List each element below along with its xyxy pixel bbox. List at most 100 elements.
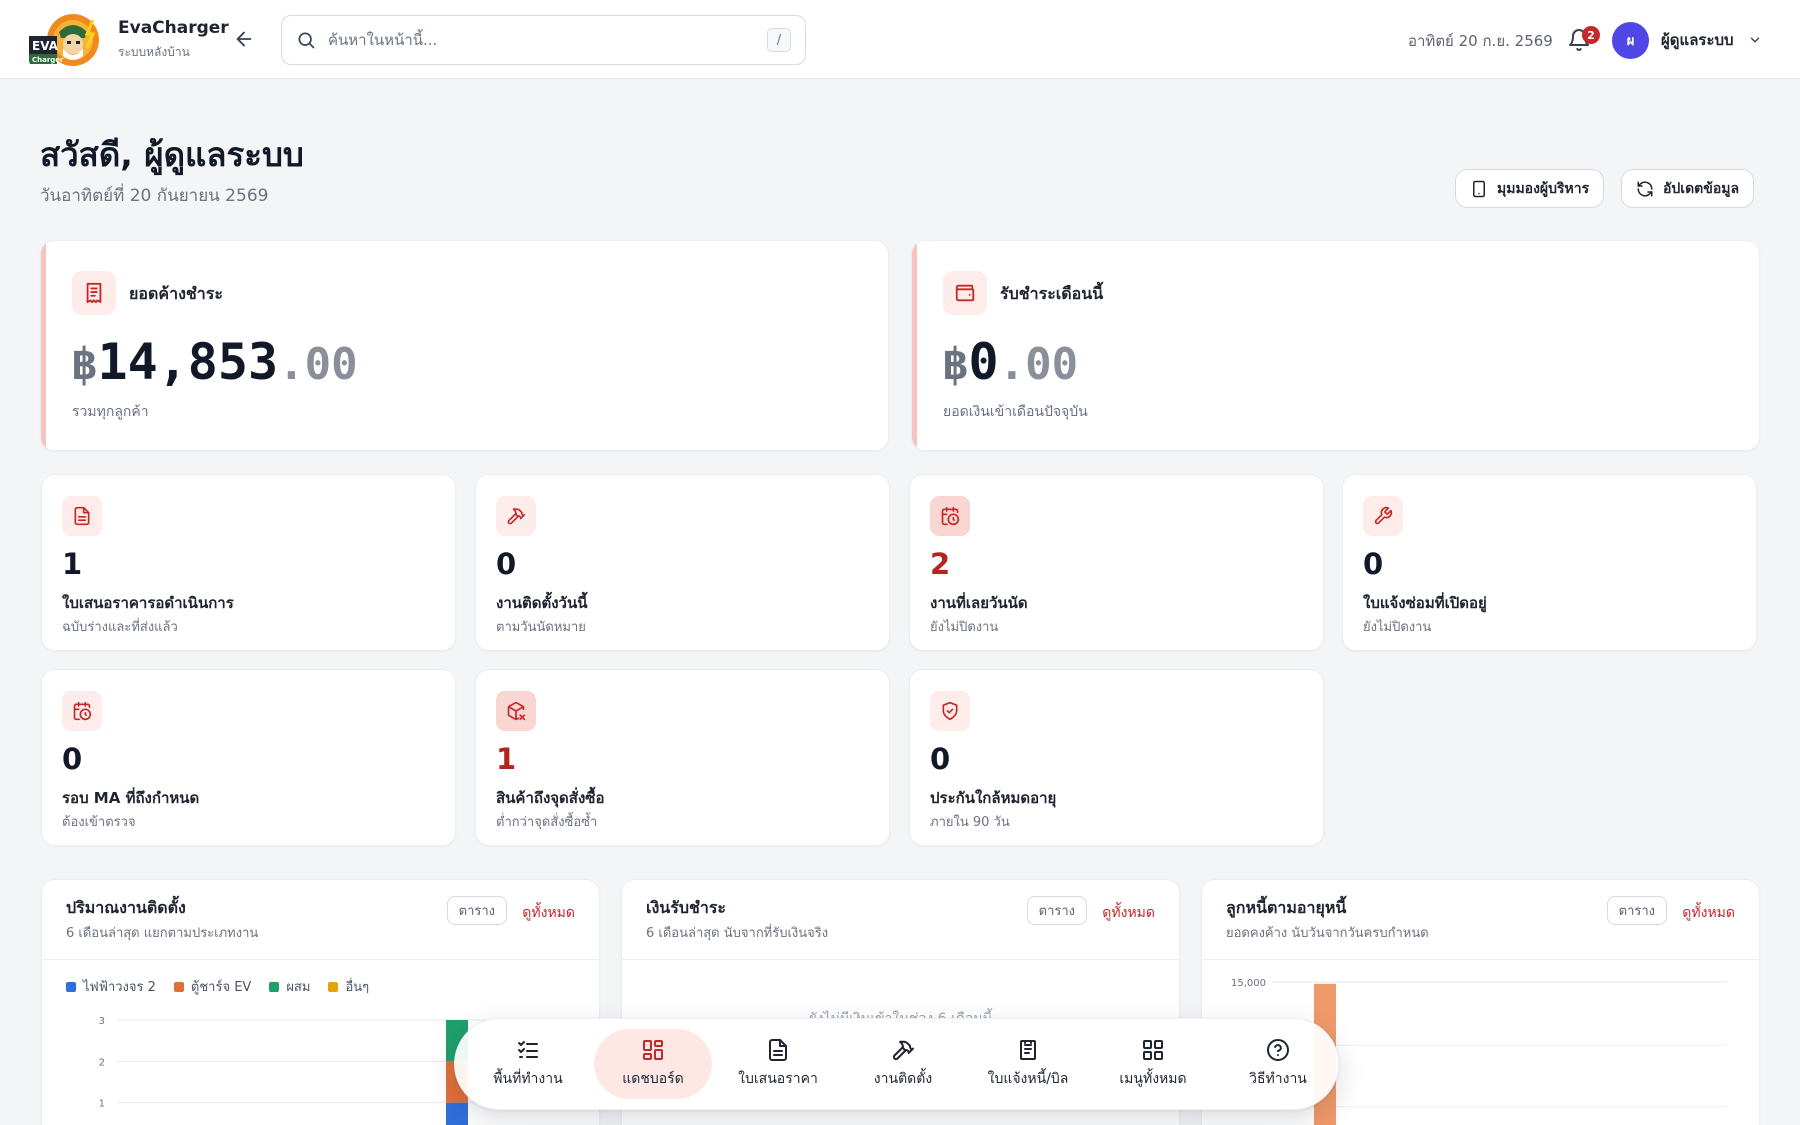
y-tick-label: 1 [99,1099,105,1110]
stat-value: 0 [62,742,83,776]
dock-label: พื้นที่ทำงาน [493,1071,563,1087]
stat-subtitle: ตามวันนัดหมาย [496,620,586,635]
stat-value: 1 [62,547,83,581]
tablet-icon [1473,180,1485,197]
panel-subtitle: 6 เดือนล่าสุด แยกตามประเภทงาน [66,926,259,941]
search-input[interactable] [328,26,728,54]
document-icon [769,1039,787,1061]
divider [622,959,1179,960]
panel-title: ปริมาณงานติดตั้ง [66,898,186,917]
notification-badge: 2 [1582,26,1600,44]
app-subtitle: ระบบหลังบ้าน [118,45,190,59]
stat-value: 0 [496,547,517,581]
back-button[interactable] [229,24,259,54]
dock-item-all-menus[interactable]: เมนูทั้งหมด [1094,1029,1212,1099]
amount-main: 0 [968,333,999,391]
legend-swatch [66,981,76,992]
executive-view-label: มุมมองผู้บริหาร [1497,180,1590,197]
divider [42,959,599,960]
refresh-icon [1637,181,1653,196]
legend-label: ตู้ชาร์จ EV [190,980,252,995]
stat-card-open-repairs[interactable]: 0 ใบแจ้งซ่อมที่เปิดอยู่ ยังไม่ปิดงาน [1342,474,1757,651]
divider [1202,959,1759,960]
y-tick-label: 2 [99,1057,105,1068]
stat-card-reorder-stock[interactable]: 1 สินค้าถึงจุดสั่งซื้อ ต่ำกว่าจุดสั่งซื้… [475,669,890,846]
logo-subtext: Charger [32,56,64,64]
legend-item[interactable]: ไฟฟ้าวงจร 2 [66,976,156,997]
view-all-link[interactable]: ดูทั้งหมด [1682,902,1735,924]
stat-label: ใบเสนอราคารอดำเนินการ [62,594,234,612]
avatar: ผ [1612,21,1649,59]
app-logo[interactable]: EVA Charger [29,12,105,68]
table-view-button[interactable]: ตาราง [1026,896,1087,925]
table-view-button[interactable]: ตาราง [446,896,507,925]
amount-decimals: .00 [998,339,1079,390]
stat-card-pending-quotes[interactable]: 1 ใบเสนอราคารอดำเนินการ ฉบับร่างและที่ส่… [41,474,456,651]
panel-subtitle: 6 เดือนล่าสุด นับจากที่รับเงินจริง [646,926,829,941]
stat-label: ประกันใกล้หมดอายุ [930,789,1057,807]
wallet-icon [955,284,975,302]
outstanding-balance-card[interactable]: ยอดค้างชำระ ฿14,853.00 รวมทุกลูกค้า [40,240,889,451]
icon-box [930,496,970,536]
icon-box [62,496,102,536]
apps-icon [1143,1040,1163,1060]
stat-subtitle: ภายใน 90 วัน [930,815,1010,830]
calendar-clock-icon [73,701,92,721]
legend-item[interactable]: ผสม [269,976,310,997]
bottom-dock-nav: พื้นที่ทำงาน แดชบอร์ด ใบเสนอราคา งานติดต… [454,1018,1339,1110]
payments-this-month-card[interactable]: รับชำระเดือนนี้ ฿0.00 ยอดเงินเข้าเดือนปั… [911,240,1760,451]
card-subtitle: ยอดเงินเข้าเดือนปัจจุบัน [943,404,1088,420]
stat-subtitle: ยังไม่ปิดงาน [1363,620,1432,635]
dock-label: แดชบอร์ด [622,1071,684,1087]
search-shortcut-hint: / [767,28,791,52]
dock-item-installations[interactable]: งานติดตั้ง [844,1029,962,1099]
table-view-button[interactable]: ตาราง [1606,896,1667,925]
legend-swatch [328,981,339,992]
dock-item-invoices[interactable]: ใบแจ้งหนี้/บิล [969,1029,1087,1099]
stat-subtitle: ต่ำกว่าจุดสั่งซื้อซ้ำ [496,815,598,830]
panel-subtitle: ยอดคงค้าง นับวันจากวันครบกำหนด [1226,926,1429,941]
stat-subtitle: ยังไม่ปิดงาน [930,620,999,635]
arrow-left-icon [236,31,252,47]
grid-icon [643,1040,663,1060]
legend-label: ผสม [286,980,311,995]
panel-title: เงินรับชำระ [646,898,726,917]
list-check-icon [518,1041,538,1058]
view-all-link[interactable]: ดูทั้งหมด [1102,902,1155,924]
dock-item-how-to[interactable]: วิธีทำงาน [1219,1029,1337,1099]
stat-card-warranty-expiring[interactable]: 0 ประกันใกล้หมดอายุ ภายใน 90 วัน [909,669,1324,846]
stat-card-overdue-jobs[interactable]: 2 งานที่เลยวันนัด ยังไม่ปิดงาน [909,474,1324,651]
icon-box [62,691,102,731]
legend-item[interactable]: ตู้ชาร์จ EV [173,976,252,997]
legend-label: ไฟฟ้าวงจร 2 [83,980,156,995]
stat-card-installs-today[interactable]: 0 งานติดตั้งวันนี้ ตามวันนัดหมาย [475,474,890,651]
stat-card-ma-due[interactable]: 0 รอบ MA ที่ถึงกำหนด ต้องเข้าตรวจ [41,669,456,846]
amount-decimals: .00 [278,339,358,390]
wrench-icon [1374,506,1393,525]
user-menu[interactable]: ผ ผู้ดูแลระบบ [1612,21,1762,59]
dock-item-dashboard[interactable]: แดชบอร์ด [594,1029,712,1099]
stat-label: ใบแจ้งซ่อมที่เปิดอยู่ [1363,594,1487,612]
executive-view-button[interactable]: มุมมองผู้บริหาร [1455,169,1605,208]
stat-value: 0 [1363,547,1384,581]
amount: ฿14,853.00 [71,333,358,391]
receipt-icon-box [72,271,116,315]
receipt-icon [86,282,102,304]
legend-item[interactable]: อื่นๆ [328,976,369,997]
invoice-icon [1020,1040,1036,1060]
top-bar: EVA Charger EvaCharger ระบบหลังบ้าน / อา… [0,0,1800,79]
stat-value: 2 [930,547,951,581]
dock-item-workspace[interactable]: พื้นที่ทำงาน [469,1029,587,1099]
user-name: ผู้ดูแลระบบ [1661,31,1734,49]
header-date: อาทิตย์ 20 ก.ย. 2569 [1408,32,1553,50]
notifications-button[interactable]: 2 [1565,24,1600,54]
panel-title: ลูกหนี้ตามอายุหนี้ [1226,898,1347,917]
card-subtitle: รวมทุกลูกค้า [72,404,149,420]
dock-item-quotes[interactable]: ใบเสนอราคา [719,1029,837,1099]
legend-label: อื่นๆ [345,980,370,995]
document-icon [74,506,90,526]
bar-segment [446,1102,468,1125]
view-all-link[interactable]: ดูทั้งหมด [522,902,575,924]
refresh-button[interactable]: อัปเดตข้อมูล [1621,169,1755,208]
hammer-icon [507,508,526,525]
